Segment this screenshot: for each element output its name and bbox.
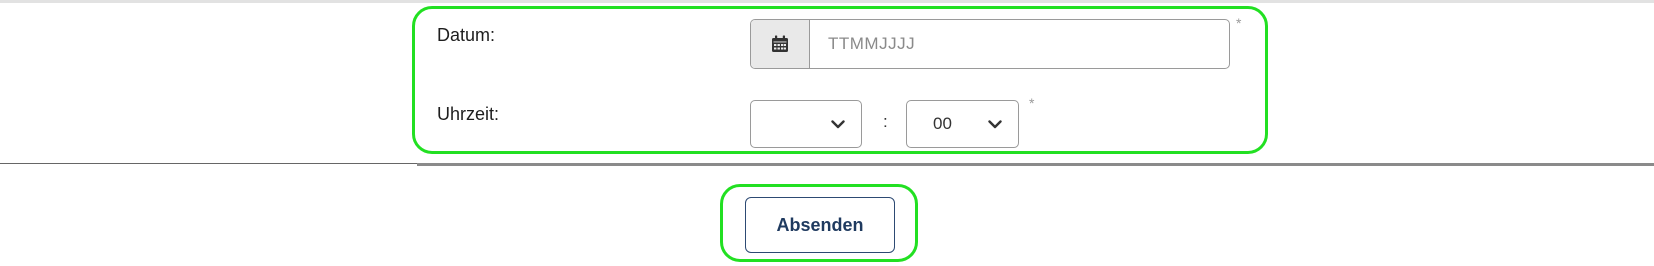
minute-select-value: 00: [933, 114, 952, 133]
chevron-down-icon: [831, 119, 845, 129]
time-label: Uhrzeit:: [437, 104, 500, 124]
time-required-marker: *: [1029, 95, 1035, 111]
time-separator: :: [883, 112, 888, 131]
section-divider-left: [0, 163, 417, 164]
chevron-down-icon: [988, 119, 1002, 129]
date-required-marker: *: [1236, 15, 1242, 31]
top-divider: [0, 0, 1654, 3]
date-label: Datum:: [437, 25, 496, 45]
date-input-group: [750, 19, 1230, 69]
calendar-icon: [772, 35, 788, 52]
minute-select[interactable]: 00: [906, 100, 1019, 148]
hour-select[interactable]: [750, 100, 862, 148]
submit-button[interactable]: Absenden: [745, 197, 895, 253]
calendar-button[interactable]: [751, 20, 810, 68]
section-divider: [417, 163, 1654, 166]
date-input[interactable]: [810, 20, 1229, 68]
